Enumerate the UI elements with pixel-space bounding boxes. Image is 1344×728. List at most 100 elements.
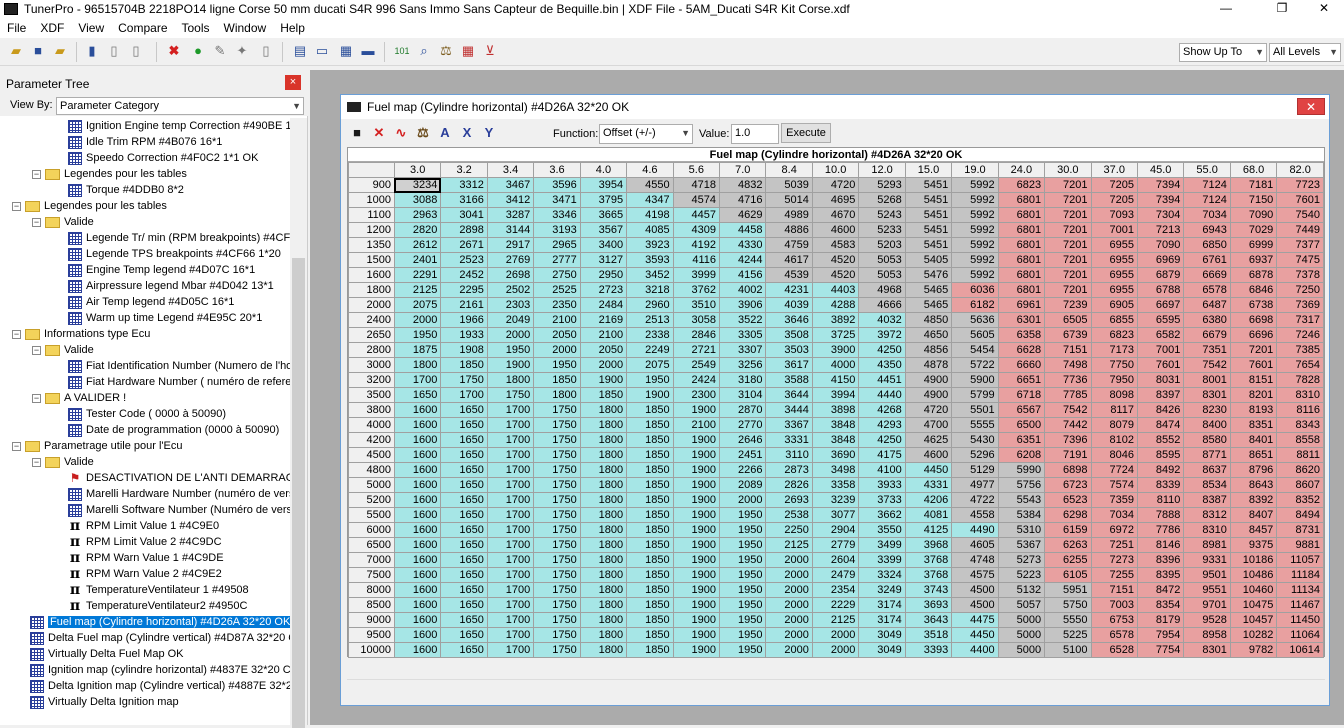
tree-node[interactable]: Engine Temp legend #4D07C 16*1 bbox=[68, 262, 255, 278]
map-cell[interactable]: 4293 bbox=[858, 417, 906, 433]
row-header[interactable]: 1000 bbox=[348, 192, 395, 208]
map-cell[interactable]: 1850 bbox=[626, 432, 674, 448]
tree-node[interactable]: π RPM Limit Value 1 #4C9E0 bbox=[68, 518, 219, 534]
map-cell[interactable]: 5233 bbox=[858, 222, 906, 238]
map-cell[interactable]: 1600 bbox=[393, 582, 442, 598]
map-cell[interactable]: 2169 bbox=[579, 312, 628, 328]
map-cell[interactable]: 3725 bbox=[811, 327, 860, 343]
map-cell[interactable]: 4900 bbox=[904, 387, 953, 403]
map-cell[interactable]: 1800 bbox=[579, 417, 628, 433]
map-cell[interactable]: 8343 bbox=[1276, 417, 1324, 433]
map-cell[interactable]: 1850 bbox=[626, 462, 674, 478]
open-folder-icon[interactable]: ▰ bbox=[8, 43, 24, 59]
column-header[interactable]: 7.0 bbox=[719, 162, 767, 178]
map-cell[interactable]: 5132 bbox=[997, 582, 1046, 598]
checksum-icon[interactable]: ▦ bbox=[460, 43, 476, 59]
map-cell[interactable]: 4539 bbox=[765, 267, 813, 283]
map-cell[interactable]: 6523 bbox=[1044, 492, 1092, 508]
map-cell[interactable]: 1700 bbox=[440, 387, 488, 403]
map-cell[interactable]: 2484 bbox=[579, 297, 628, 313]
map-cell[interactable]: 4450 bbox=[904, 462, 953, 478]
map-cell[interactable]: 6380 bbox=[1183, 312, 1231, 328]
map-cell[interactable]: 2549 bbox=[672, 357, 721, 373]
map-cell[interactable]: 8110 bbox=[1136, 492, 1185, 508]
map-cell[interactable]: 7213 bbox=[1136, 222, 1185, 238]
map-cell[interactable]: 2770 bbox=[719, 417, 767, 433]
map-cell[interactable]: 5756 bbox=[997, 477, 1046, 493]
map-cell[interactable]: 1700 bbox=[486, 582, 535, 598]
map-cell[interactable]: 4000 bbox=[811, 357, 860, 373]
map-cell[interactable]: 2000 bbox=[486, 327, 535, 343]
map-cell[interactable]: 4575 bbox=[951, 567, 999, 583]
map-cell[interactable]: 4175 bbox=[858, 447, 906, 463]
map-cell[interactable]: 6999 bbox=[1229, 237, 1278, 253]
map-cell[interactable]: 3892 bbox=[811, 312, 860, 328]
collapse-icon[interactable]: − bbox=[32, 393, 41, 403]
map-cell[interactable]: 9501 bbox=[1183, 567, 1231, 583]
map-cell[interactable]: 5451 bbox=[904, 192, 953, 208]
row-header[interactable]: 2000 bbox=[348, 297, 395, 313]
map-cell[interactable]: 1700 bbox=[486, 552, 535, 568]
map-cell[interactable]: 7124 bbox=[1183, 177, 1231, 193]
map-cell[interactable]: 1750 bbox=[533, 417, 581, 433]
minimize-button[interactable]: — bbox=[1206, 0, 1246, 18]
map-cell[interactable]: 10486 bbox=[1229, 567, 1278, 583]
map-cell[interactable]: 5053 bbox=[858, 267, 906, 283]
map-cell[interactable]: 6801 bbox=[997, 252, 1046, 268]
map-cell[interactable]: 1700 bbox=[486, 477, 535, 493]
map-cell[interactable]: 2452 bbox=[440, 267, 488, 283]
map-cell[interactable]: 1750 bbox=[533, 492, 581, 508]
map-cell[interactable]: 1700 bbox=[486, 612, 535, 628]
row-header[interactable]: 2800 bbox=[348, 342, 395, 358]
map-cell[interactable]: 4759 bbox=[765, 237, 813, 253]
row-header[interactable]: 4800 bbox=[348, 462, 395, 478]
map-cell[interactable]: 8352 bbox=[1276, 492, 1324, 508]
map-cell[interactable]: 3174 bbox=[858, 612, 906, 628]
map-cell[interactable]: 7449 bbox=[1276, 222, 1324, 238]
map-cell[interactable]: 1600 bbox=[393, 492, 442, 508]
map-cell[interactable]: 3933 bbox=[858, 477, 906, 493]
map-cell[interactable]: 3218 bbox=[626, 282, 674, 298]
map-cell[interactable]: 1875 bbox=[393, 342, 442, 358]
map-cell[interactable]: 7251 bbox=[1090, 537, 1138, 553]
map-cell[interactable]: 5990 bbox=[997, 462, 1046, 478]
map-cell[interactable]: 5550 bbox=[1044, 612, 1092, 628]
map-cell[interactable]: 5310 bbox=[997, 522, 1046, 538]
map-cell[interactable]: 1950 bbox=[719, 552, 767, 568]
tree-node[interactable]: π RPM Warn Value 1 #4C9DE bbox=[68, 550, 224, 566]
map-cell[interactable]: 1700 bbox=[486, 522, 535, 538]
map-cell[interactable]: 3733 bbox=[858, 492, 906, 508]
map-cell[interactable]: 3058 bbox=[672, 312, 721, 328]
map-cell[interactable]: 3972 bbox=[858, 327, 906, 343]
map-cell[interactable]: 4156 bbox=[719, 267, 767, 283]
map-cell[interactable]: 7239 bbox=[1044, 297, 1092, 313]
map-cell[interactable]: 6761 bbox=[1183, 252, 1231, 268]
map-cell[interactable]: 8580 bbox=[1183, 432, 1231, 448]
map-cell[interactable]: 2820 bbox=[393, 222, 442, 238]
tree-node[interactable]: Airpressure legend Mbar #4D042 13*1 bbox=[68, 278, 274, 294]
map-cell[interactable]: 4192 bbox=[672, 237, 721, 253]
map-cell[interactable]: 2000 bbox=[811, 627, 860, 643]
map-cell[interactable]: 3307 bbox=[719, 342, 767, 358]
collapse-icon[interactable]: − bbox=[32, 457, 41, 467]
map-cell[interactable]: 2965 bbox=[533, 237, 581, 253]
map-cell[interactable]: 5992 bbox=[951, 267, 999, 283]
row-header[interactable]: 1500 bbox=[348, 252, 395, 268]
map-cell[interactable]: 2125 bbox=[393, 282, 442, 298]
map-cell[interactable]: 8396 bbox=[1136, 552, 1185, 568]
map-cell[interactable]: 3324 bbox=[858, 567, 906, 583]
map-cell[interactable]: 2479 bbox=[811, 567, 860, 583]
map-cell[interactable]: 2721 bbox=[672, 342, 721, 358]
map-cell[interactable]: 1800 bbox=[579, 507, 628, 523]
map-cell[interactable]: 5223 bbox=[997, 567, 1046, 583]
map-cell[interactable]: 4968 bbox=[858, 282, 906, 298]
map-cell[interactable]: 7173 bbox=[1090, 342, 1138, 358]
menu-compare[interactable]: Compare bbox=[111, 21, 174, 35]
tree-node[interactable]: ⚑ DESACTIVATION DE L'ANTI DEMARRAGE bbox=[68, 470, 290, 486]
map-cell[interactable]: 2000 bbox=[579, 357, 628, 373]
map-cell[interactable]: 8474 bbox=[1136, 417, 1185, 433]
map-cell[interactable]: 1800 bbox=[579, 612, 628, 628]
map-cell[interactable]: 8731 bbox=[1276, 522, 1324, 538]
map-cell[interactable]: 2502 bbox=[486, 282, 535, 298]
map-cell[interactable]: 3144 bbox=[486, 222, 535, 238]
